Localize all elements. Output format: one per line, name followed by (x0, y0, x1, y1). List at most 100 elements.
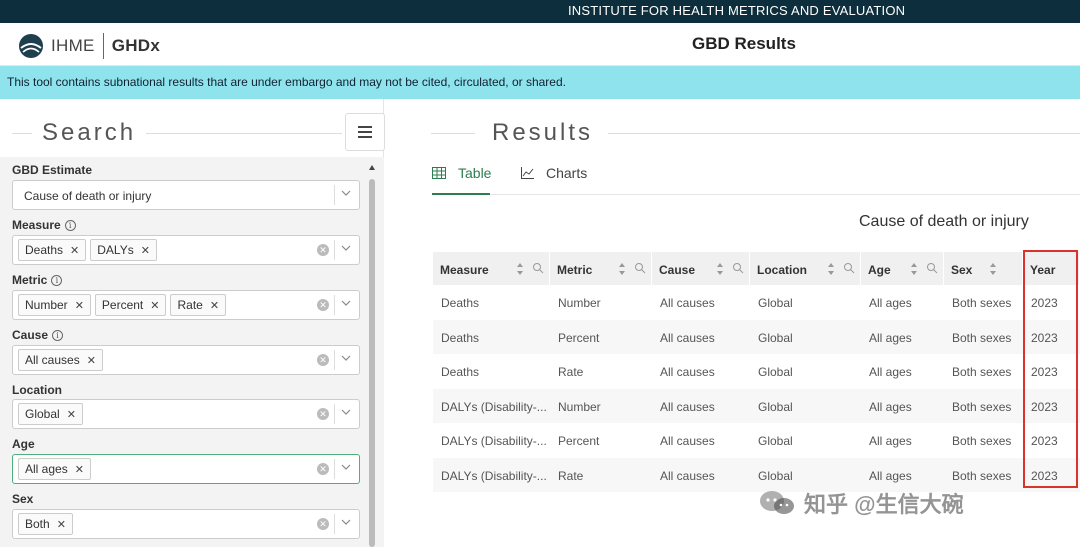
remove-chip-icon[interactable]: ✕ (57, 518, 66, 531)
table-cell-measure: DALYs (Disability-... (441, 434, 547, 448)
filter-scrollbar[interactable] (369, 165, 375, 547)
chip-all-ages[interactable]: All ages ✕ (18, 458, 91, 480)
embargo-notice: This tool contains subnational results t… (0, 66, 1080, 99)
chip-both[interactable]: Both ✕ (18, 513, 73, 535)
logo-ihme-text: IHME (51, 36, 95, 55)
metric-select[interactable]: Number ✕ Percent ✕ Rate ✕ ✕ (12, 290, 360, 320)
chip-deaths[interactable]: Deaths ✕ (18, 239, 87, 261)
remove-chip-icon[interactable]: ✕ (141, 244, 150, 257)
chevron-down-icon[interactable] (341, 298, 351, 308)
chevron-down-icon[interactable] (341, 243, 351, 253)
clear-icon[interactable]: ✕ (317, 354, 329, 366)
table-cell-location: Global (758, 434, 793, 448)
search-icon[interactable] (926, 262, 938, 274)
gbd-estimate-select[interactable]: Cause of death or injury (12, 180, 360, 210)
column-header-sex[interactable]: Sex (944, 252, 1023, 285)
column-header-label: Age (868, 263, 891, 277)
remove-chip-icon[interactable]: ✕ (87, 354, 96, 367)
chevron-down-icon[interactable] (341, 353, 351, 363)
ihme-globe-icon (19, 34, 43, 58)
chevron-down-icon[interactable] (341, 188, 351, 198)
sort-icon[interactable] (716, 262, 724, 276)
sex-select[interactable]: Both ✕ ✕ (12, 509, 360, 539)
table-row[interactable]: Deaths Percent All causes Global All ages Bot… (433, 319, 1080, 354)
remove-chip-icon[interactable]: ✕ (210, 299, 219, 312)
column-header-measure[interactable]: Measure (433, 252, 550, 285)
table-cell-metric: Rate (558, 365, 584, 379)
chevron-down-icon[interactable] (341, 407, 351, 417)
table-cell-location: Global (758, 296, 793, 310)
chevron-down-icon[interactable] (341, 462, 351, 472)
table-cell-sex: Both sexes (952, 296, 1012, 310)
remove-chip-icon[interactable]: ✕ (75, 463, 84, 476)
table-cell-measure: DALYs (Disability-... (441, 399, 547, 414)
clear-icon[interactable]: ✕ (317, 299, 329, 311)
table-row[interactable]: DALYs (Disability-... Number All causes Glo… (433, 388, 1080, 423)
filter-label-measure: Measure i (12, 218, 76, 232)
remove-chip-icon[interactable]: ✕ (75, 299, 84, 312)
table-row[interactable]: Deaths Number All causes Global All ages Both… (433, 285, 1080, 320)
cause-select[interactable]: All causes ✕ ✕ (12, 345, 360, 375)
table-cell-sex: Both sexes (952, 330, 1012, 345)
chip-all-causes[interactable]: All causes ✕ (18, 349, 103, 371)
filter-label-cause: Cause i (12, 328, 64, 342)
logo-ghdx-text: GHDx (111, 36, 161, 55)
gbd-estimate-value: Cause of death or injury (24, 189, 152, 203)
chip-rate[interactable]: Rate ✕ (170, 294, 227, 316)
clear-icon[interactable]: ✕ (317, 518, 329, 530)
column-header-label: Cause (659, 263, 696, 277)
scroll-up-arrow-icon[interactable] (369, 165, 375, 170)
sort-icon[interactable] (618, 262, 626, 276)
remove-chip-icon[interactable]: ✕ (150, 299, 159, 312)
watermark-text: 知乎 @生信大碗 (804, 492, 964, 517)
tab-charts[interactable]: Charts (521, 165, 587, 181)
column-header-cause[interactable]: Cause (652, 252, 750, 285)
column-header-metric[interactable]: Metric (550, 252, 652, 285)
location-select[interactable]: Global ✕ ✕ (12, 399, 360, 429)
search-icon[interactable] (532, 262, 544, 274)
table-row[interactable]: DALYs (Disability-... Percent All causes Gl… (433, 423, 1080, 458)
info-icon[interactable]: i (51, 274, 63, 286)
column-header-label: Location (757, 263, 807, 277)
sort-icon[interactable] (989, 262, 997, 276)
chevron-down-icon[interactable] (341, 517, 351, 527)
column-header-location[interactable]: Location (750, 252, 861, 285)
chip-global[interactable]: Global ✕ (18, 403, 83, 425)
remove-chip-icon[interactable]: ✕ (67, 408, 76, 421)
remove-chip-icon[interactable]: ✕ (70, 244, 79, 257)
clear-icon[interactable]: ✕ (317, 463, 329, 475)
filter-label-age: Age (12, 437, 35, 451)
chip-dalys[interactable]: DALYs ✕ (90, 239, 157, 261)
ihme-logo[interactable]: IHME GHDx (17, 32, 160, 60)
search-icon[interactable] (634, 262, 646, 274)
measure-select[interactable]: Deaths ✕ DALYs ✕ ✕ (12, 235, 360, 265)
age-select[interactable]: All ages ✕ ✕ (12, 454, 360, 484)
table-cell-sex: Both sexes (952, 468, 1012, 483)
tab-charts-label: Charts (546, 165, 588, 181)
scroll-thumb[interactable] (369, 179, 375, 547)
filter-list: GBD Estimate Cause of death or injury Me… (0, 157, 384, 547)
chip-percent[interactable]: Percent ✕ (94, 294, 167, 316)
search-icon[interactable] (843, 262, 855, 274)
logo-divider (102, 33, 104, 59)
info-icon[interactable]: i (52, 329, 64, 341)
column-header-age[interactable]: Age (861, 252, 944, 285)
info-icon[interactable]: i (64, 219, 76, 231)
filter-label-gbd-estimate: GBD Estimate (12, 163, 93, 177)
sort-icon[interactable] (827, 262, 835, 276)
clear-icon[interactable]: ✕ (317, 408, 329, 420)
table-row[interactable]: DALYs (Disability-... Rate All causes Globa… (433, 457, 1080, 492)
clear-icon[interactable]: ✕ (317, 244, 329, 256)
site-header: IHME GHDx GBD Results (0, 23, 1080, 66)
sort-icon[interactable] (516, 262, 524, 276)
results-subtitle: Cause of death or injury (859, 213, 1029, 230)
filter-label-sex: Sex (12, 492, 34, 506)
search-icon[interactable] (732, 262, 744, 274)
chip-number[interactable]: Number ✕ (18, 294, 91, 316)
menu-button[interactable] (345, 113, 385, 151)
table-cell-metric: Rate (558, 468, 584, 483)
sort-icon[interactable] (910, 262, 918, 276)
tab-table[interactable]: Table (432, 165, 491, 181)
table-row[interactable]: Deaths Rate All causes Global All ages Both s… (433, 354, 1080, 389)
table-icon (432, 167, 446, 179)
